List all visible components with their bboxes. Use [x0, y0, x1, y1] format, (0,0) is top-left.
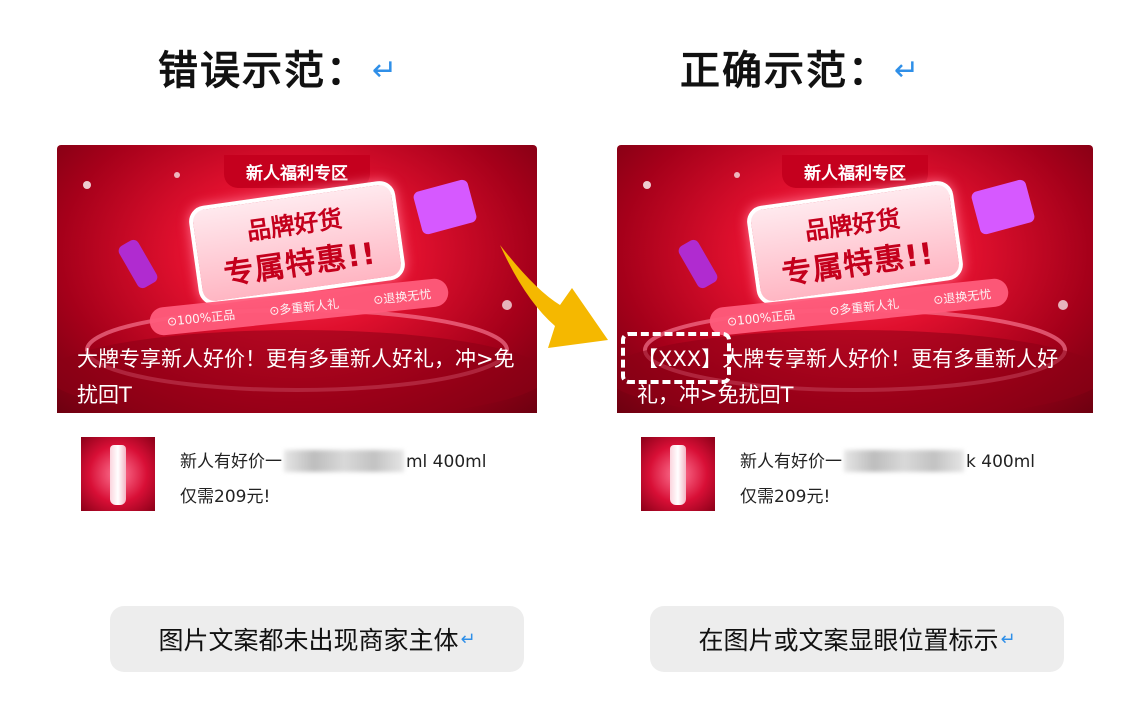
- product-description: 新人有好价一 k 400ml 仅需209元!: [740, 445, 1035, 515]
- wrong-example-caption: 图片文案都未出现商家主体 ↵: [110, 606, 524, 672]
- product-description: 新人有好价一 ml 400ml 仅需209元!: [180, 445, 486, 515]
- product-thumbnail: [641, 437, 715, 511]
- ribbon-item: ⊙退换无忧: [372, 286, 432, 307]
- wrong-example-card: 新人福利专区 品牌好货 专属特惠!! ⊙100%正品 ⊙多重新人礼 ⊙退换无忧 …: [57, 145, 537, 525]
- banner-copy: 大牌专享新人好价！更有多重新人好礼，冲>免扰回T: [77, 347, 515, 407]
- zone-label: 新人福利专区: [782, 155, 928, 188]
- product-line-1-end: ml 400ml: [406, 452, 487, 472]
- correct-example-caption: 在图片或文案显眼位置标示 ↵: [650, 606, 1064, 672]
- caption-text: 图片文案都未出现商家主体: [158, 626, 459, 655]
- return-mark-icon: ↵: [894, 53, 922, 88]
- ribbon-item: ⊙多重新人礼: [268, 296, 340, 318]
- return-mark-icon: ↵: [1000, 628, 1016, 650]
- product-line-1-start: 新人有好价一: [740, 452, 842, 472]
- ribbon-item: ⊙退换无忧: [932, 286, 992, 307]
- correct-example-heading: 正确示范： ↵: [680, 38, 921, 96]
- bottle-icon: [670, 445, 686, 505]
- product-line-1-end: k 400ml: [966, 452, 1035, 472]
- wrong-heading-text: 错误示范：: [158, 48, 368, 94]
- zone-label: 新人福利专区: [224, 155, 370, 188]
- ribbon-item: ⊙100%正品: [726, 307, 796, 329]
- product-thumbnail: [81, 437, 155, 511]
- return-mark-icon: ↵: [460, 628, 476, 650]
- return-mark-icon: ↵: [372, 53, 400, 88]
- product-line-1-start: 新人有好价一: [180, 452, 282, 472]
- promo-banner: 新人福利专区 品牌好货 专属特惠!! ⊙100%正品 ⊙多重新人礼 ⊙退换无忧 …: [57, 145, 537, 413]
- blurred-text: [844, 450, 964, 472]
- product-row[interactable]: 新人有好价一 ml 400ml 仅需209元!: [57, 413, 537, 525]
- ribbon-item: ⊙100%正品: [166, 307, 236, 329]
- blurred-text: [284, 450, 404, 472]
- caption-text: 在图片或文案显眼位置标示: [698, 626, 999, 655]
- wrong-example-heading: 错误示范： ↵: [158, 38, 399, 96]
- bottle-icon: [110, 445, 126, 505]
- correct-heading-text: 正确示范：: [680, 48, 890, 94]
- product-line-2: 仅需209元!: [180, 487, 271, 507]
- merchant-name-highlight: [621, 332, 731, 384]
- ribbon-item: ⊙多重新人礼: [828, 296, 900, 318]
- product-line-2: 仅需209元!: [740, 487, 831, 507]
- product-row[interactable]: 新人有好价一 k 400ml 仅需209元!: [617, 413, 1093, 525]
